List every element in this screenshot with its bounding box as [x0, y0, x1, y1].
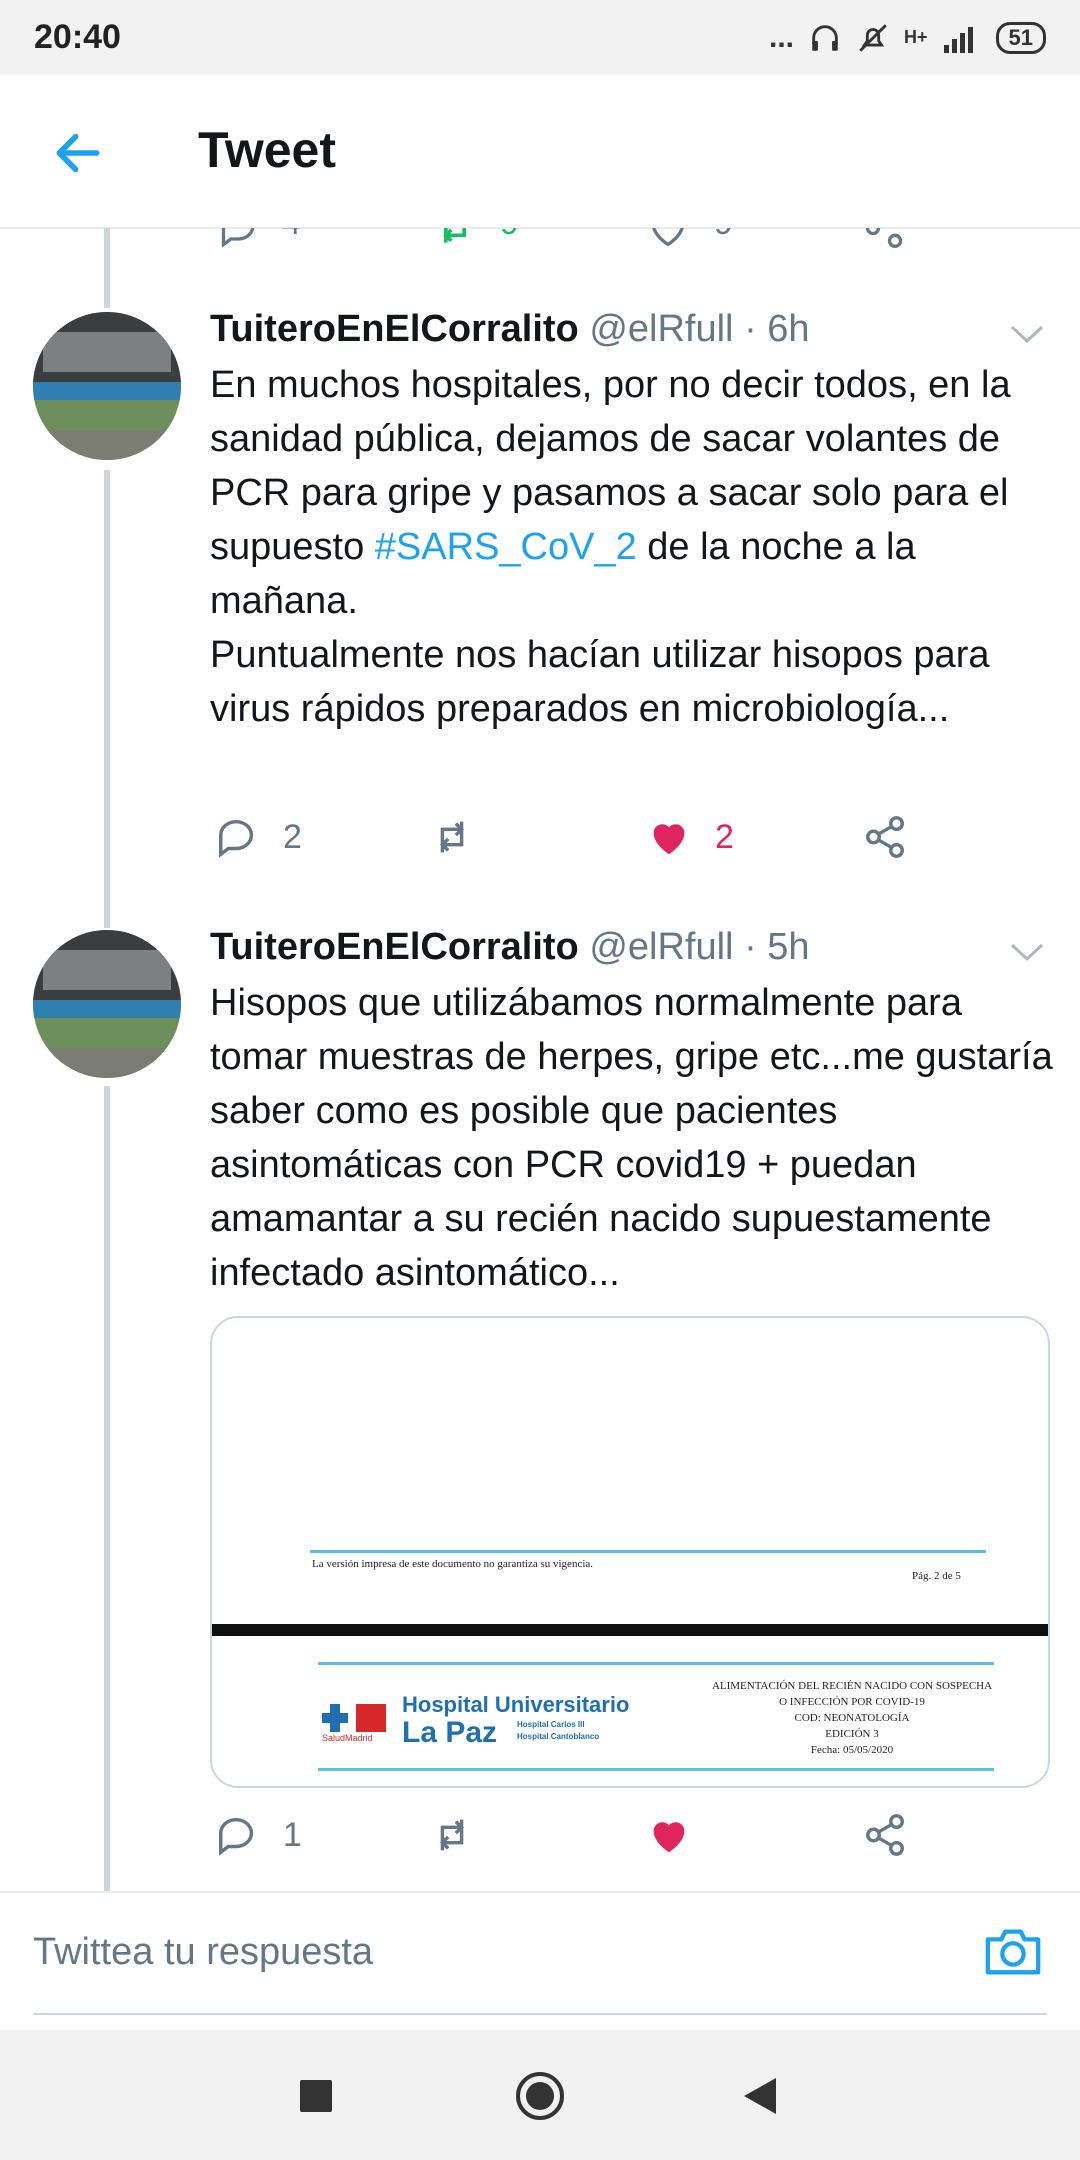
headphones-icon [812, 24, 838, 51]
system-nav-bar [0, 2030, 1080, 2160]
retweet-icon[interactable] [430, 228, 480, 248]
signal-icon [943, 26, 973, 53]
tweet-text: En muchos hospitales, por no decir todos… [210, 364, 1011, 730]
status-bar: 20:40 ... H+ 51 [0, 0, 1080, 75]
prev-retweet-count: 9 [500, 228, 519, 243]
retweet-button[interactable] [425, 1812, 479, 1858]
retweet-button[interactable] [425, 814, 479, 860]
prev-reply-count: 4 [282, 228, 301, 243]
tweet-actions: 1 [210, 1812, 930, 1872]
heart-icon [653, 1822, 685, 1853]
nav-triangle-icon[interactable] [742, 2076, 778, 2116]
nav-circle-icon[interactable] [514, 2070, 566, 2122]
reply-underline [33, 2013, 1047, 2015]
tweet-header: TuiteroEnElCorralito @elRfull · 5h [210, 926, 810, 969]
reply-icon [219, 1817, 254, 1856]
network-type: H+ [904, 27, 928, 47]
battery-indicator: 51 [995, 21, 1046, 54]
tweet-header: TuiteroEnElCorralito @elRfull · 6h [210, 308, 810, 351]
thread-line [104, 1086, 110, 1891]
avatar-image [33, 930, 181, 1078]
like-button[interactable]: 2 [645, 814, 734, 860]
doc-page-number: Pág. 2 de 5 [912, 1570, 961, 1582]
prev-like-count: 9 [714, 228, 733, 243]
hospital-name-line2: La Paz [402, 1716, 498, 1749]
reply-bar: Twittea tu respuesta [0, 1891, 1080, 2018]
doc-title-block: ALIMENTACIÓN DEL RECIÉN NACIDO CON SOSPE… [711, 1680, 993, 1756]
doc-divider [318, 1662, 994, 1665]
hospital-name-line1: Hospital Universitario [402, 1692, 630, 1717]
heart-icon [653, 824, 685, 855]
mute-bell-icon [859, 23, 887, 52]
heart-icon[interactable] [646, 228, 690, 248]
tweet-text: Hisopos que utilizábamos normalmente par… [210, 982, 1053, 1294]
camera-icon[interactable] [982, 1923, 1044, 1979]
salud-madrid-logo: SaludMadrid [322, 1704, 386, 1742]
avatar[interactable] [33, 312, 181, 460]
nav-square-icon[interactable] [298, 2078, 334, 2114]
thread-line [104, 228, 110, 308]
previous-tweet-actions: 4 9 9 [0, 228, 1080, 248]
share-icon [866, 1814, 904, 1856]
hashtag-link[interactable]: #SARS_CoV_2 [375, 526, 637, 568]
like-count: 2 [715, 817, 734, 856]
hospital-sub1: Hospital Carlos III [517, 1720, 585, 1729]
tweet-actions: 2 2 [210, 814, 930, 874]
reply-count: 1 [283, 1815, 302, 1854]
chevron-down-icon[interactable] [1008, 940, 1046, 964]
retweet-icon [439, 821, 465, 853]
avatar-image [33, 312, 181, 460]
status-time: 20:40 [34, 18, 121, 56]
back-arrow-icon[interactable] [50, 125, 106, 181]
page-title: Tweet [198, 122, 336, 178]
display-name[interactable]: TuiteroEnElCorralito [210, 926, 579, 968]
reply-count: 2 [283, 817, 302, 856]
reply-button[interactable]: 1 [215, 1812, 302, 1858]
doc-divider [318, 1768, 994, 1771]
svg-text:SaludMadrid: SaludMadrid [322, 1733, 373, 1742]
timestamp: · 5h [744, 926, 810, 968]
retweet-icon [439, 1819, 465, 1851]
doc-page-break [212, 1624, 1048, 1636]
handle[interactable]: @elRfull [589, 308, 733, 350]
reply-input[interactable]: Twittea tu respuesta [33, 1931, 373, 1974]
reply-button[interactable]: 2 [215, 814, 302, 860]
share-button[interactable] [862, 1812, 908, 1858]
handle[interactable]: @elRfull [589, 926, 733, 968]
display-name[interactable]: TuiteroEnElCorralito [210, 308, 579, 350]
doc-footer-note: La versión impresa de este documento no … [312, 1558, 594, 1570]
avatar[interactable] [33, 930, 181, 1078]
status-icons: ... H+ 51 [769, 21, 1046, 55]
share-button[interactable] [862, 814, 908, 860]
app-header: Tweet [0, 75, 1080, 229]
reply-icon[interactable] [218, 228, 262, 248]
share-icon [866, 816, 904, 858]
chevron-down-icon[interactable] [1008, 322, 1046, 346]
timestamp: · 6h [744, 308, 810, 350]
media-attachment[interactable]: La versión impresa de este documento no … [210, 1316, 1050, 1788]
share-icon[interactable] [862, 228, 906, 248]
reply-icon [219, 819, 254, 858]
like-button[interactable] [645, 1812, 693, 1858]
status-dots: ... [768, 20, 794, 54]
doc-divider [310, 1550, 986, 1553]
hospital-sub2: Hospital Cantoblanco [517, 1732, 600, 1741]
thread-line [104, 470, 110, 928]
